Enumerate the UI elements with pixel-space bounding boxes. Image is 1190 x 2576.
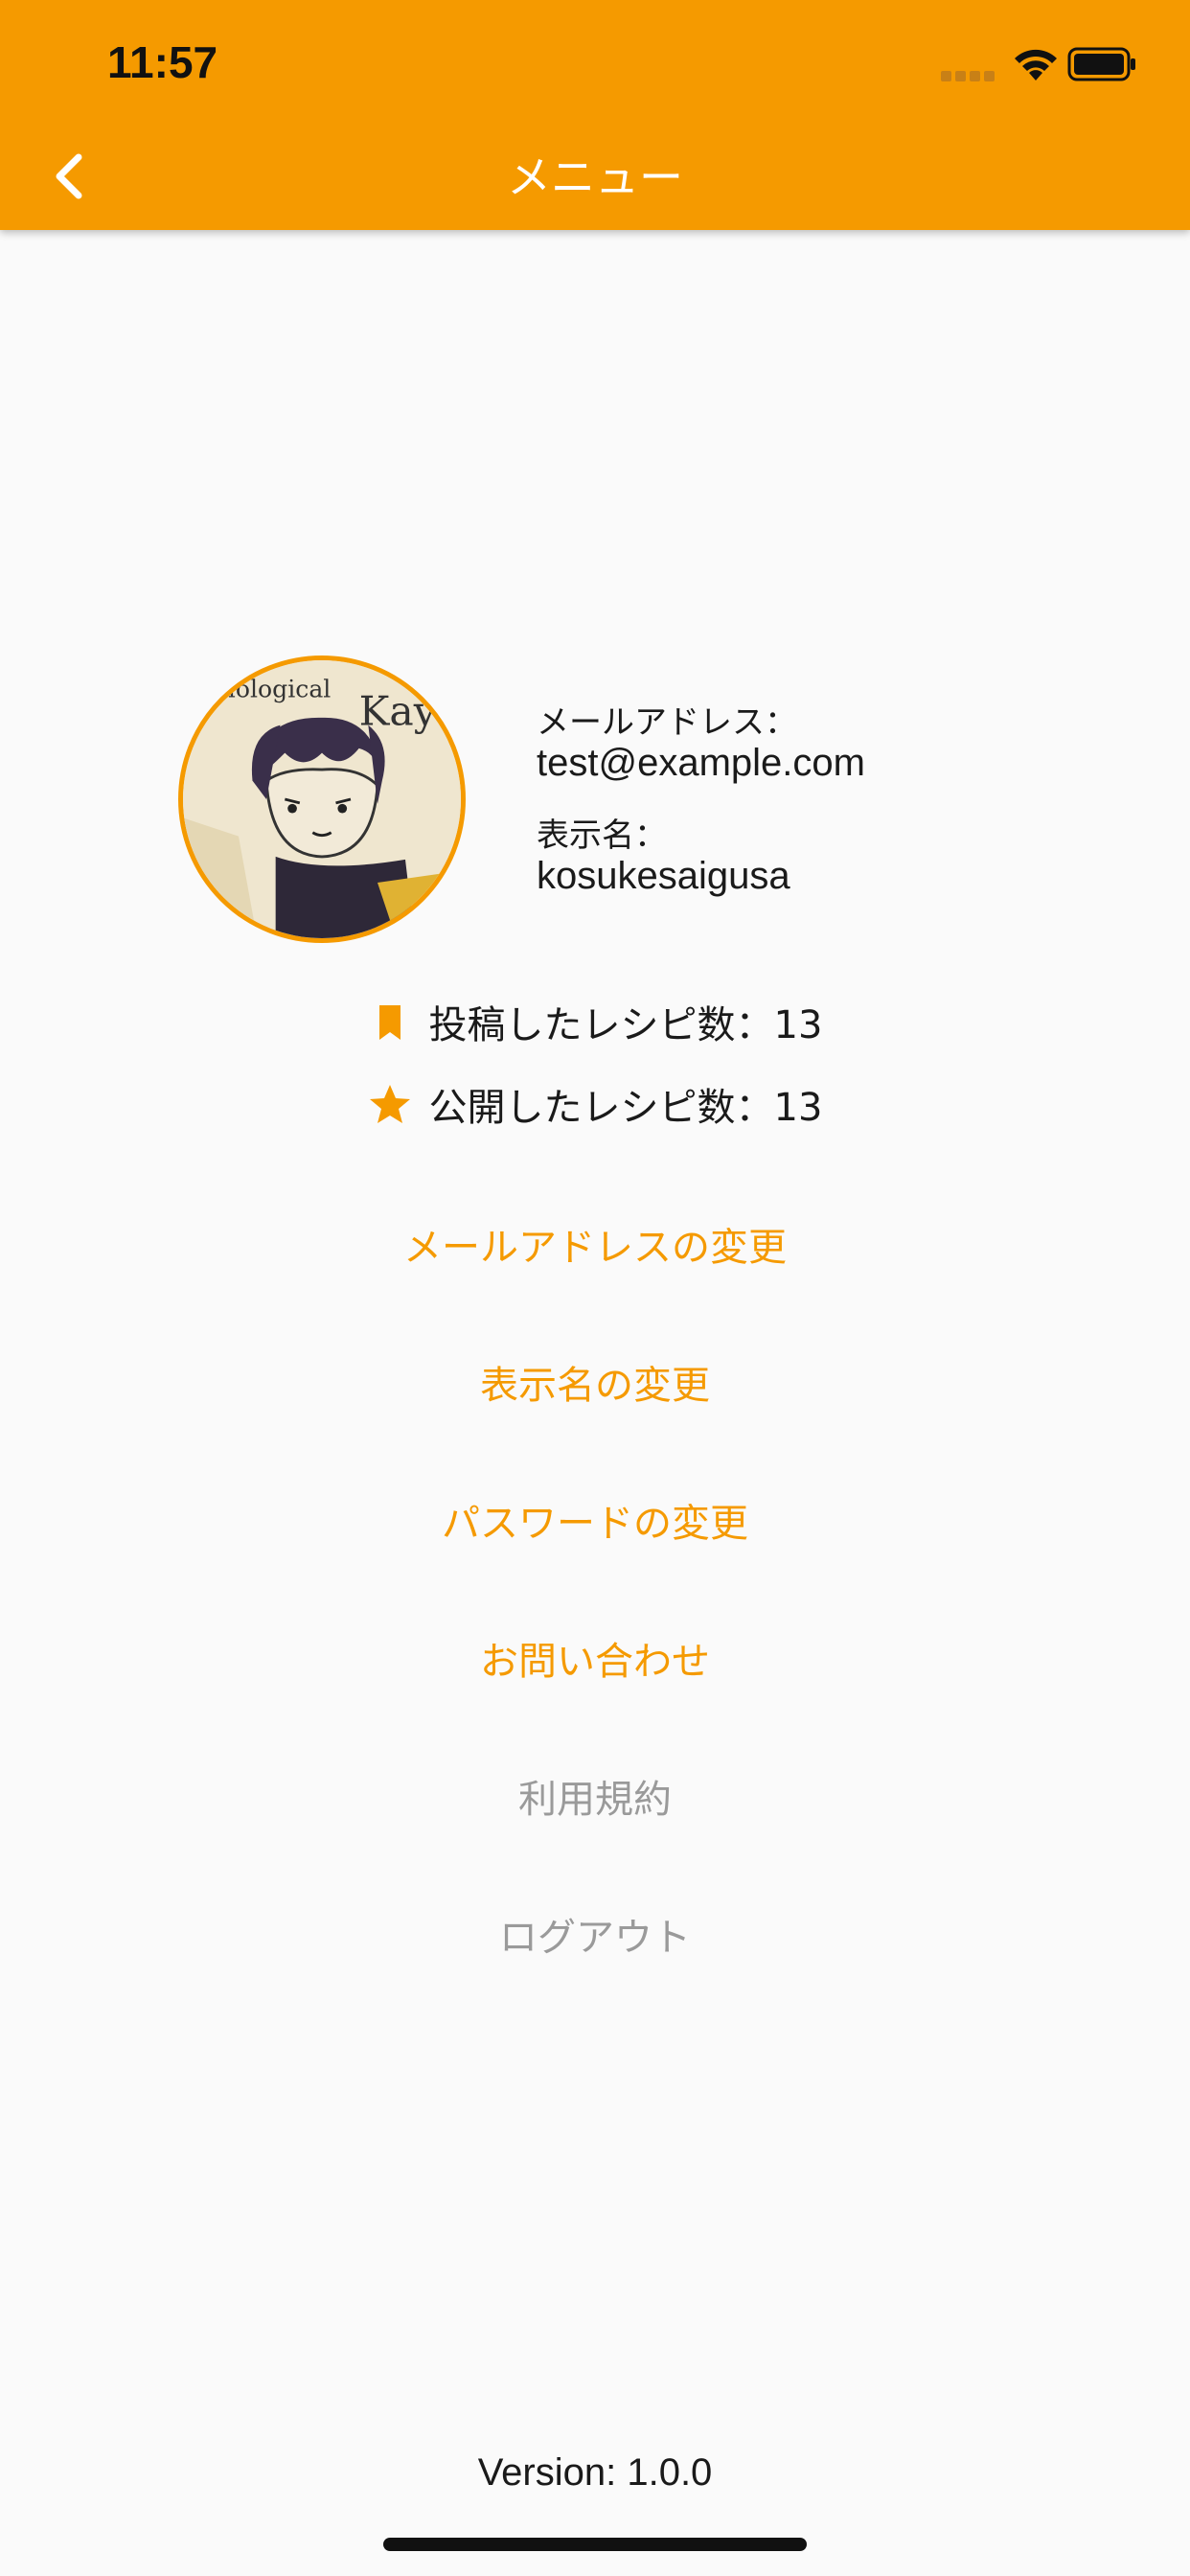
posted-recipes-label: 投稿したレシピ数：13 — [428, 1003, 823, 1047]
published-recipes-label: 公開したレシピ数：13 — [428, 1086, 823, 1130]
cellular-signal-icon — [941, 71, 996, 82]
logout-link[interactable]: ログアウト — [0, 1909, 1190, 1966]
star-icon — [368, 1082, 412, 1126]
version-text: Version: 1.0.0 — [477, 2451, 713, 2494]
battery-icon — [1067, 47, 1135, 81]
app-bar: 11:57 メニュー — [0, 0, 1190, 230]
home-indicator[interactable] — [383, 2538, 807, 2551]
avatar-illustration: nological Kay — [183, 660, 461, 938]
terms-link[interactable]: 利用規約 — [0, 1771, 1190, 1828]
email-label: メールアドレス： — [537, 703, 797, 742]
email-value: test@example.com — [537, 742, 865, 784]
bookmark-icon — [368, 1000, 412, 1044]
contact-link[interactable]: お問い合わせ — [0, 1633, 1190, 1690]
published-recipes-stat: 公開したレシピ数：13 — [0, 1075, 1190, 1133]
display-name-label: 表示名： — [537, 816, 667, 855]
svg-text:nological: nological — [220, 676, 332, 703]
change-password-link[interactable]: パスワードの変更 — [0, 1495, 1190, 1552]
status-time: 11:57 — [107, 37, 218, 87]
wifi-icon — [1015, 49, 1057, 80]
avatar: nological Kay — [178, 656, 466, 943]
change-display-name-link[interactable]: 表示名の変更 — [0, 1357, 1190, 1414]
display-name-value: kosukesaigusa — [537, 855, 790, 897]
change-email-link[interactable]: メールアドレスの変更 — [0, 1219, 1190, 1276]
posted-recipes-stat: 投稿したレシピ数：13 — [0, 993, 1190, 1050]
page-title: メニュー — [507, 151, 683, 203]
